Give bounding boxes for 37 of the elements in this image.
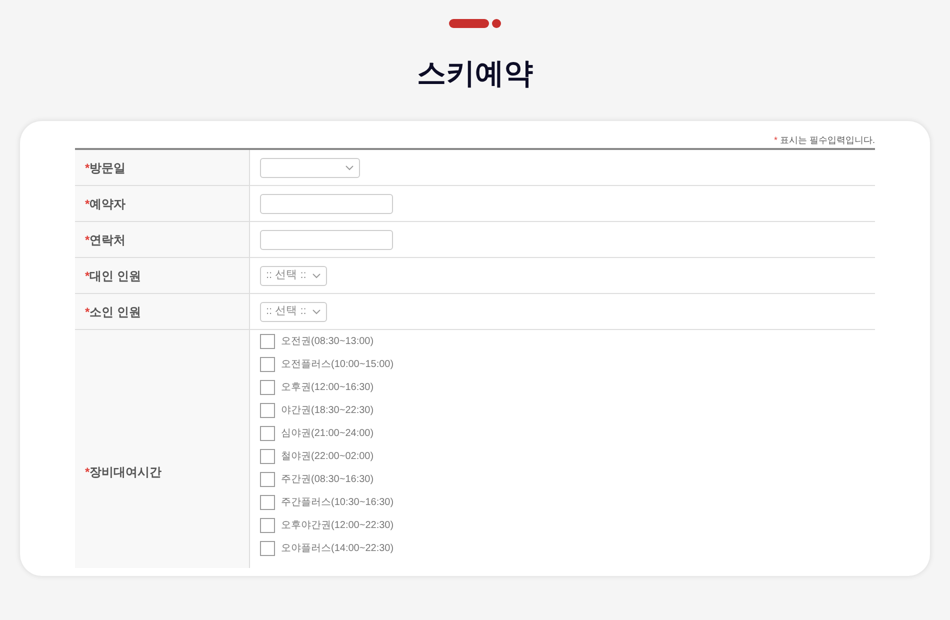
checkbox-label: 철야권(22:00~02:00) bbox=[281, 450, 374, 464]
checkbox[interactable] bbox=[260, 356, 275, 372]
field-label: *연락처 bbox=[85, 232, 126, 248]
checkbox[interactable] bbox=[260, 494, 275, 510]
checkbox-label: 오전권(08:30~13:00) bbox=[281, 334, 374, 348]
checkbox-label: 주간플러스(10:30~16:30) bbox=[281, 496, 394, 510]
checkbox[interactable] bbox=[260, 380, 275, 394]
checkbox-label: 오야플러스(14:00~22:30) bbox=[281, 542, 394, 556]
chevron-down-icon bbox=[312, 272, 322, 278]
checkbox-label: 오후야간권(12:00~22:30) bbox=[281, 518, 394, 532]
field-label: *예약자 bbox=[85, 196, 126, 212]
text-input[interactable] bbox=[260, 194, 393, 214]
checkbox-label: 심야권(21:00~24:00) bbox=[281, 426, 374, 440]
checkbox[interactable] bbox=[260, 540, 275, 556]
field-label: *소인 인원 bbox=[85, 304, 142, 320]
field-label: *대인 인원 bbox=[85, 268, 142, 284]
checkbox[interactable] bbox=[260, 334, 275, 348]
select-dropdown[interactable]: :: 선택 :: bbox=[260, 266, 328, 286]
checkbox-label: 오후권(12:00~16:30) bbox=[281, 380, 374, 394]
checkbox[interactable] bbox=[260, 426, 275, 440]
checkbox-label: 야간권(18:30~22:30) bbox=[281, 404, 374, 418]
checkbox-label: 오전플러스(10:00~15:00) bbox=[281, 358, 394, 372]
checkbox[interactable] bbox=[260, 518, 275, 532]
text-input[interactable] bbox=[260, 230, 393, 250]
page-title: 스키예약 bbox=[417, 57, 533, 92]
field-label: *장비대여시간 bbox=[85, 464, 162, 480]
checkbox[interactable] bbox=[260, 448, 275, 464]
select-dropdown[interactable]: :: 선택 :: bbox=[260, 302, 328, 322]
checkbox[interactable] bbox=[260, 472, 275, 486]
title-decoration-icon bbox=[449, 19, 501, 28]
field-label: *방문일 bbox=[85, 160, 126, 176]
chevron-down-icon bbox=[345, 164, 354, 170]
required-note: * 표시는 필수입력입니다. bbox=[774, 134, 875, 147]
checkbox-label: 주간권(08:30~16:30) bbox=[281, 472, 374, 486]
checkbox[interactable] bbox=[260, 402, 275, 418]
select-dropdown[interactable] bbox=[260, 158, 360, 178]
chevron-down-icon bbox=[312, 308, 322, 314]
